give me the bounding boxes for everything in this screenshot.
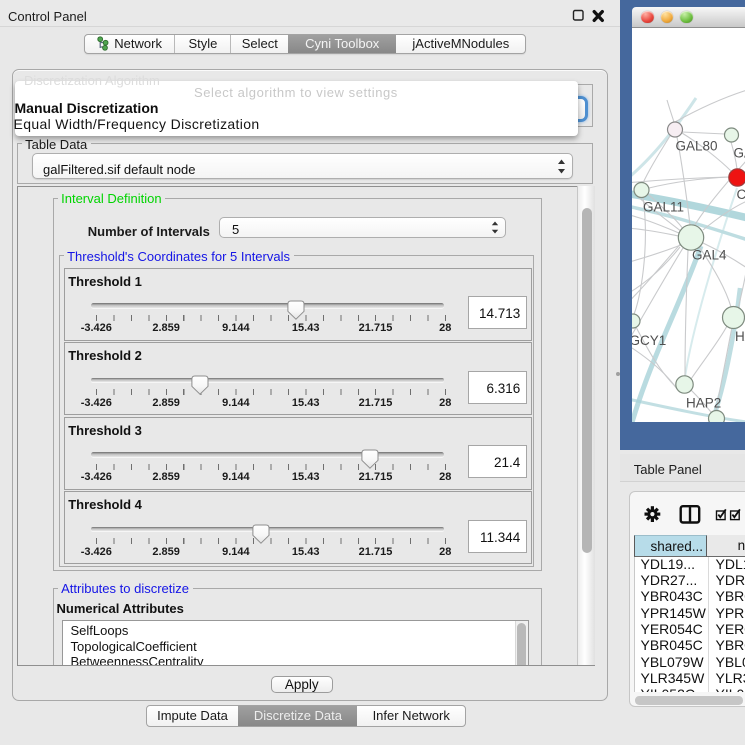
svg-text:C: C bbox=[737, 187, 745, 202]
svg-text:GAL80: GAL80 bbox=[676, 139, 718, 154]
svg-text:HAP2: HAP2 bbox=[686, 396, 721, 411]
svg-text:GA: GA bbox=[734, 146, 745, 161]
svg-text:HA: HA bbox=[735, 329, 745, 344]
svg-text:GAL4: GAL4 bbox=[692, 248, 727, 263]
svg-text:GAL11: GAL11 bbox=[643, 200, 684, 215]
svg-text:GCY1: GCY1 bbox=[632, 333, 666, 348]
